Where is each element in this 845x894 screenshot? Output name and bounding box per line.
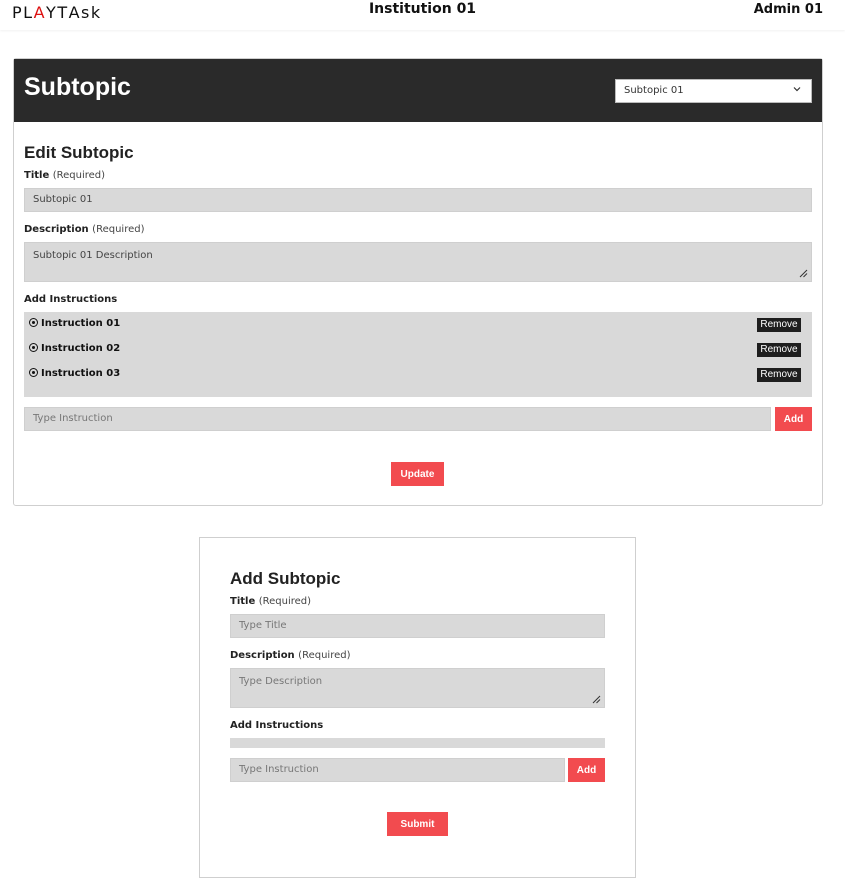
title-input[interactable]: Subtopic 01 bbox=[24, 188, 812, 212]
required-note: (Required) bbox=[258, 596, 312, 607]
required-note: (Required) bbox=[298, 650, 351, 661]
description-label: Description (Required) bbox=[230, 650, 350, 661]
remove-button[interactable]: Remove bbox=[757, 318, 801, 332]
resize-grip-icon[interactable] bbox=[592, 695, 601, 704]
required-note: (Required) bbox=[92, 224, 145, 235]
bullet-icon bbox=[29, 343, 38, 352]
description-placeholder: Type Description bbox=[239, 676, 323, 687]
list-item: Instruction 03 Remove bbox=[29, 368, 807, 382]
institution-title: Institution 01 bbox=[368, 1, 477, 17]
list-item: Instruction 01 Remove bbox=[29, 318, 807, 332]
instruction-list bbox=[230, 738, 605, 748]
instruction-list: Instruction 01 Remove Instruction 02 Rem… bbox=[24, 312, 812, 397]
instructions-label: Add Instructions bbox=[230, 720, 324, 731]
description-label-text: Description bbox=[230, 650, 295, 661]
instruction-text: Instruction 01 bbox=[41, 318, 121, 329]
resize-grip-icon[interactable] bbox=[799, 269, 808, 278]
subtopic-select[interactable]: Subtopic 01 bbox=[615, 79, 812, 103]
update-button[interactable]: Update bbox=[391, 462, 444, 486]
add-subtopic-card: Add Subtopic Title (Required) Type Title… bbox=[199, 537, 636, 878]
title-label-text: Title bbox=[24, 170, 50, 181]
description-value: Subtopic 01 Description bbox=[33, 250, 153, 261]
description-label-text: Description bbox=[24, 224, 89, 235]
instruction-input[interactable]: Type Instruction bbox=[24, 407, 771, 431]
instruction-text: Instruction 02 bbox=[41, 343, 121, 354]
description-label: Description (Required) bbox=[24, 224, 144, 235]
instruction-text: Instruction 03 bbox=[41, 368, 121, 379]
title-label: Title (Required) bbox=[24, 170, 105, 181]
page-title: Subtopic bbox=[24, 73, 131, 101]
subtopic-select-value: Subtopic 01 bbox=[624, 85, 684, 96]
title-input[interactable]: Type Title bbox=[230, 614, 605, 638]
instructions-label: Add Instructions bbox=[24, 294, 118, 305]
add-instruction-button[interactable]: Add bbox=[775, 407, 812, 431]
description-textarea[interactable]: Type Description bbox=[230, 668, 605, 708]
remove-button[interactable]: Remove bbox=[757, 368, 801, 382]
list-item: Instruction 02 Remove bbox=[29, 343, 807, 357]
edit-subtopic-card: Subtopic Subtopic 01 Edit Subtopic Title… bbox=[13, 58, 823, 506]
bullet-icon bbox=[29, 368, 38, 377]
required-note: (Required) bbox=[52, 170, 106, 181]
card-header: Subtopic Subtopic 01 bbox=[14, 59, 822, 122]
user-menu[interactable]: Admin 01 bbox=[754, 2, 823, 17]
title-label-text: Title bbox=[230, 596, 256, 607]
instruction-input[interactable]: Type Instruction bbox=[230, 758, 565, 782]
submit-button[interactable]: Submit bbox=[387, 812, 448, 836]
description-textarea[interactable]: Subtopic 01 Description bbox=[24, 242, 812, 282]
add-heading: Add Subtopic bbox=[230, 569, 341, 588]
add-instruction-button[interactable]: Add bbox=[568, 758, 605, 782]
top-bar: PLAYTAsk Institution 01 Admin 01 bbox=[0, 0, 845, 30]
chevron-down-icon bbox=[793, 87, 801, 92]
title-label: Title (Required) bbox=[230, 596, 311, 607]
edit-heading: Edit Subtopic bbox=[24, 143, 134, 162]
bullet-icon bbox=[29, 318, 38, 327]
remove-button[interactable]: Remove bbox=[757, 343, 801, 357]
